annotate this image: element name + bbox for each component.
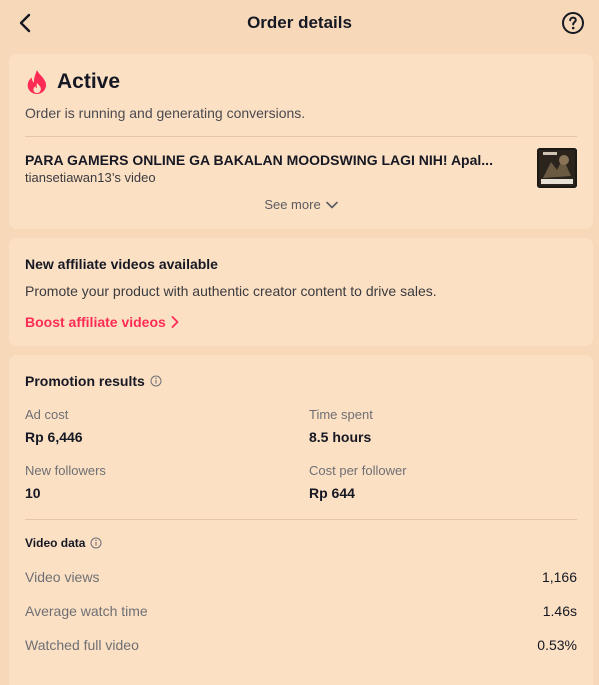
video-owner: tiansetiawan13’s video bbox=[25, 170, 156, 185]
divider bbox=[25, 136, 577, 137]
metric-label: Cost per follower bbox=[309, 463, 407, 478]
video-data-label: Average watch time bbox=[25, 603, 148, 619]
status-description: Order is running and generating conversi… bbox=[25, 105, 306, 121]
info-icon[interactable] bbox=[90, 537, 102, 549]
video-thumbnail-image bbox=[537, 148, 577, 188]
affiliate-title: New affiliate videos available bbox=[25, 256, 218, 272]
metric-value: Rp 6,446 bbox=[25, 429, 83, 445]
metric-value: Rp 644 bbox=[309, 485, 355, 501]
order-status-card: Active Order is running and generating c… bbox=[9, 54, 593, 229]
video-data-label: Watched full video bbox=[25, 637, 139, 653]
status-row: Active bbox=[25, 69, 120, 95]
metric-label: Time spent bbox=[309, 407, 373, 422]
status-label: Active bbox=[57, 70, 121, 93]
see-more-button[interactable]: See more bbox=[9, 197, 593, 212]
help-icon bbox=[562, 12, 584, 34]
back-arrow-icon bbox=[19, 13, 31, 33]
promotion-results-title: Promotion results bbox=[25, 373, 145, 389]
video-data-value: 1,166 bbox=[541, 569, 577, 585]
page-title: Order details bbox=[247, 13, 352, 32]
metric-value: 10 bbox=[25, 485, 41, 501]
affiliate-description: Promote your product with authentic crea… bbox=[25, 283, 437, 299]
divider bbox=[25, 519, 577, 520]
video-data-row: Video views 1,166 bbox=[25, 569, 577, 585]
metric-cost-per-follower: Cost per follower Rp 644 bbox=[309, 463, 407, 501]
flame-icon bbox=[27, 70, 47, 94]
see-more-label: See more bbox=[264, 197, 321, 212]
video-data-row: Watched full video 0.53% bbox=[25, 637, 577, 653]
help-button[interactable] bbox=[561, 11, 585, 35]
video-thumbnail[interactable] bbox=[537, 148, 577, 188]
info-icon[interactable] bbox=[150, 375, 162, 387]
back-button[interactable] bbox=[12, 10, 38, 36]
boost-link-label: Boost affiliate videos bbox=[25, 314, 166, 330]
video-data-value: 1.46s bbox=[542, 603, 577, 619]
video-title[interactable]: PARA GAMERS ONLINE GA BAKALAN MOODSWING … bbox=[25, 152, 513, 168]
metric-label: New followers bbox=[25, 463, 106, 478]
header-bar: Order details bbox=[0, 0, 599, 46]
chevron-right-icon bbox=[171, 316, 179, 328]
video-data-heading: Video data bbox=[25, 536, 102, 550]
video-data-title: Video data bbox=[25, 536, 86, 550]
promotion-results-card: Promotion results Ad cost Rp 6,446 Time … bbox=[9, 355, 593, 685]
metric-new-followers: New followers 10 bbox=[25, 463, 106, 501]
promotion-results-heading: Promotion results bbox=[25, 373, 162, 389]
metric-value: 8.5 hours bbox=[309, 429, 372, 445]
boost-affiliate-videos-link[interactable]: Boost affiliate videos bbox=[25, 314, 179, 330]
metric-time-spent: Time spent 8.5 hours bbox=[309, 407, 373, 445]
affiliate-card: New affiliate videos available Promote y… bbox=[9, 238, 593, 346]
video-data-label: Video views bbox=[25, 569, 100, 585]
video-data-row: Average watch time 1.46s bbox=[25, 603, 577, 619]
metric-ad-cost: Ad cost Rp 6,446 bbox=[25, 407, 83, 445]
metric-label: Ad cost bbox=[25, 407, 69, 422]
chevron-down-icon bbox=[325, 201, 338, 208]
video-data-value: 0.53% bbox=[537, 637, 577, 653]
